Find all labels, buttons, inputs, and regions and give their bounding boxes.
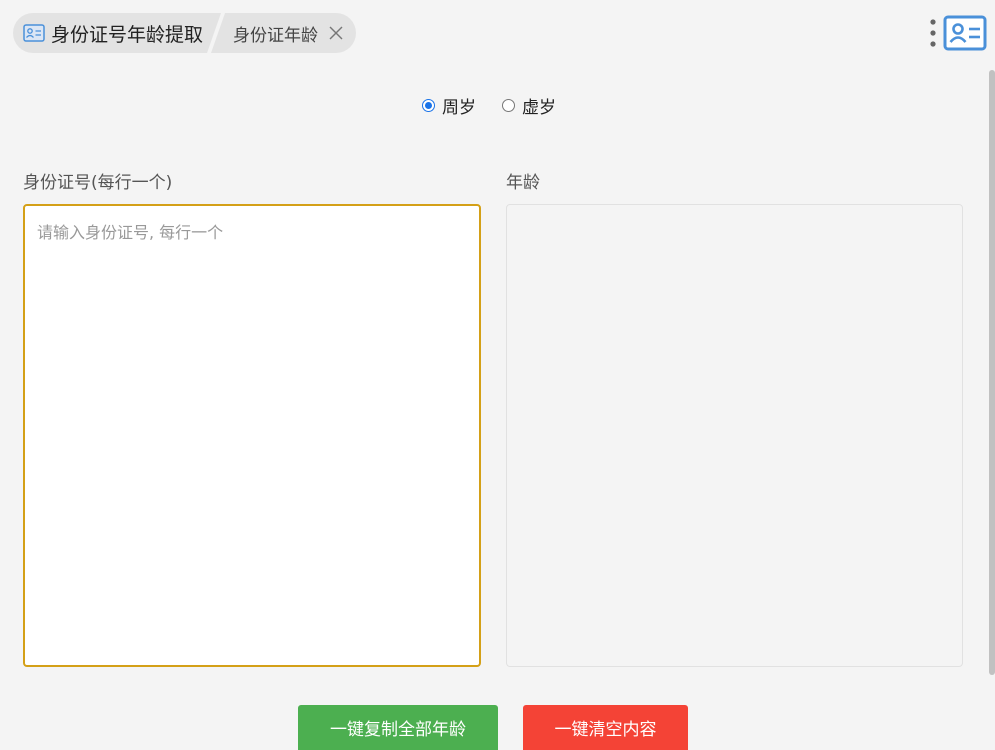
id-number-input[interactable]	[23, 204, 481, 667]
age-output-label: 年龄	[506, 173, 540, 193]
age-output-area	[506, 204, 963, 667]
scrollbar-thumb[interactable]	[989, 70, 995, 675]
more-vertical-icon[interactable]	[928, 18, 938, 48]
id-card-icon	[23, 24, 45, 42]
tab-id-age[interactable]: 身份证年龄	[211, 13, 357, 53]
copy-all-ages-button[interactable]: 一键复制全部年龄	[298, 705, 498, 750]
tab-main-title: 身份证号年龄提取	[51, 23, 204, 46]
id-card-logo-icon	[943, 15, 987, 51]
tab-second-title: 身份证年龄	[233, 25, 319, 46]
tab-main[interactable]: 身份证号年龄提取	[13, 13, 221, 53]
close-icon[interactable]	[328, 25, 344, 41]
radio-button-unchecked[interactable]	[502, 98, 515, 112]
app-window: 身份证号年龄提取 身份证年龄 周岁 虚岁 身份证号(每行一个) 年龄 请输入身份…	[0, 0, 995, 750]
radio-label-nominal-age: 虚岁	[522, 97, 556, 118]
tab-bar: 身份证号年龄提取 身份证年龄	[13, 13, 357, 53]
clear-content-button[interactable]: 一键清空内容	[523, 705, 688, 750]
id-input-label: 身份证号(每行一个)	[23, 173, 173, 193]
radio-label-full-age: 周岁	[442, 97, 476, 118]
radio-button-checked[interactable]	[422, 98, 435, 112]
radio-nominal-age[interactable]: 虚岁	[502, 93, 556, 118]
age-type-radio-group: 周岁 虚岁	[422, 92, 582, 118]
radio-full-age[interactable]: 周岁	[422, 93, 476, 118]
